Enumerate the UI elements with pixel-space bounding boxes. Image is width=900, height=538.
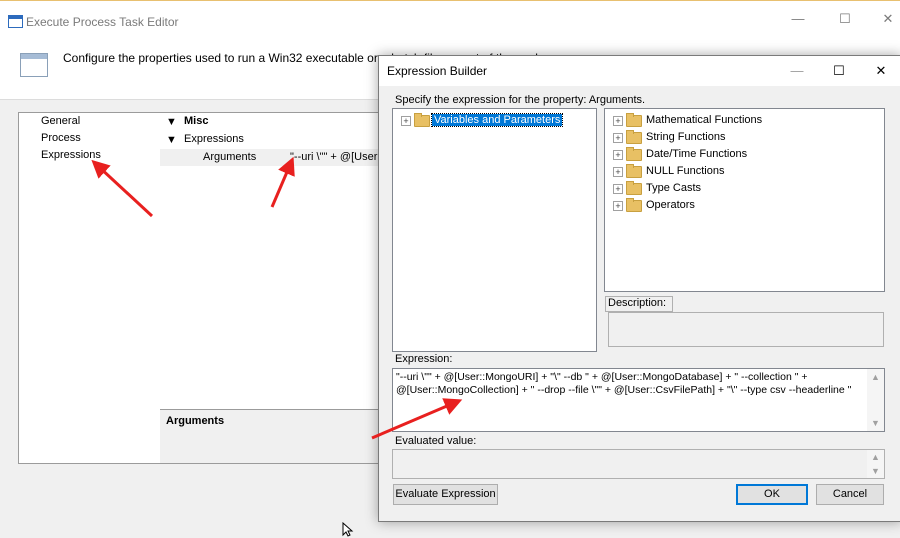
minimize-button[interactable]: — (785, 59, 809, 83)
function-group-label[interactable]: NULL Functions (644, 165, 726, 177)
mouse-cursor-icon (342, 522, 354, 537)
expand-plus-icon[interactable]: + (401, 116, 411, 126)
minimize-button[interactable]: — (788, 9, 808, 29)
expression-scrollbar[interactable]: ▲ ▼ (867, 369, 884, 431)
cancel-button[interactable]: Cancel (816, 484, 884, 505)
nav-item-process[interactable]: Process (41, 132, 81, 144)
function-group-label[interactable]: String Functions (644, 131, 727, 143)
property-description-pane: Arguments (160, 409, 381, 464)
scroll-down-icon[interactable]: ▼ (867, 464, 884, 478)
outer-title-bar: Execute Process Task Editor — ☐ ✕ (0, 1, 900, 39)
function-group-label[interactable]: Type Casts (644, 182, 703, 194)
folder-icon (626, 181, 642, 195)
expression-builder-title-bar: Expression Builder — ☐ ✕ (379, 56, 900, 86)
specify-expression-text: Specify the expression for the property:… (395, 94, 646, 106)
grid-row-arguments[interactable]: Arguments "--uri \"" + @[User::MongoURI]… (160, 149, 380, 166)
folder-icon (626, 164, 642, 178)
folder-icon (414, 113, 430, 127)
scroll-down-icon[interactable]: ▼ (867, 415, 884, 431)
variables-tree[interactable]: + Variables and Parameters (392, 108, 597, 352)
grid-row-expressions[interactable]: ▼ Expressions (160, 131, 380, 148)
property-description-title: Arguments (166, 415, 225, 427)
close-button[interactable]: ✕ (878, 9, 898, 29)
folder-icon (626, 198, 642, 212)
maximize-button[interactable]: ☐ (827, 59, 851, 83)
expression-textarea[interactable]: "--uri \"" + @[User::MongoURI] + "\" --d… (392, 368, 885, 432)
close-button[interactable]: ✕ (869, 59, 893, 83)
expand-plus-icon[interactable]: + (613, 116, 623, 126)
evaluated-value-scrollbar[interactable]: ▲ ▼ (867, 450, 884, 478)
expand-plus-icon[interactable]: + (613, 133, 623, 143)
evaluated-value-label: Evaluated value: (395, 435, 477, 447)
expression-text[interactable]: "--uri \"" + @[User::MongoURI] + "\" --d… (396, 371, 864, 397)
arguments-value[interactable]: "--uri \"" + @[User::MongoURI] + "\" --d… (290, 151, 378, 163)
scroll-up-icon[interactable]: ▲ (867, 369, 884, 385)
functions-tree[interactable]: + Mathematical Functions + String Functi… (604, 108, 885, 292)
folder-icon (626, 113, 642, 127)
outer-window-title: Execute Process Task Editor (26, 15, 179, 29)
nav-item-general[interactable]: General (41, 115, 80, 127)
expression-builder-title: Expression Builder (387, 64, 488, 78)
ok-button[interactable]: OK (736, 484, 808, 505)
folder-icon (626, 130, 642, 144)
evaluated-value-box: ▲ ▼ (392, 449, 885, 479)
description-label: Description: (605, 296, 673, 312)
expression-builder-dialog: Expression Builder — ☐ ✕ Specify the exp… (378, 55, 900, 522)
grid-category-misc[interactable]: ▼ Misc (160, 113, 380, 130)
expand-plus-icon[interactable]: + (613, 184, 623, 194)
expressions-label: Expressions (184, 133, 244, 145)
expand-plus-icon[interactable]: + (613, 150, 623, 160)
property-grid: ▼ Misc ▼ Expressions Arguments "--uri \"… (160, 112, 381, 410)
variables-and-parameters-label[interactable]: Variables and Parameters (430, 113, 564, 127)
scroll-up-icon[interactable]: ▲ (867, 450, 884, 464)
evaluate-expression-button[interactable]: Evaluate Expression (393, 484, 498, 505)
page-nav-list: General Process Expressions (18, 112, 161, 464)
collapse-chevron-icon[interactable]: ▼ (166, 116, 177, 128)
task-icon (20, 53, 48, 77)
folder-icon (626, 147, 642, 161)
description-box (608, 312, 884, 347)
collapse-chevron-icon[interactable]: ▼ (166, 134, 177, 146)
expand-plus-icon[interactable]: + (613, 201, 623, 211)
function-group-label[interactable]: Mathematical Functions (644, 114, 764, 126)
misc-label: Misc (184, 115, 209, 127)
expand-plus-icon[interactable]: + (613, 167, 623, 177)
function-group-label[interactable]: Date/Time Functions (644, 148, 749, 160)
maximize-button[interactable]: ☐ (835, 9, 855, 29)
function-group-label[interactable]: Operators (644, 199, 697, 211)
arguments-label: Arguments (203, 151, 257, 163)
tree-node-variables[interactable]: + Variables and Parameters (401, 113, 591, 129)
nav-item-expressions[interactable]: Expressions (41, 149, 101, 161)
expression-label: Expression: (395, 353, 453, 365)
window-icon (8, 15, 23, 28)
